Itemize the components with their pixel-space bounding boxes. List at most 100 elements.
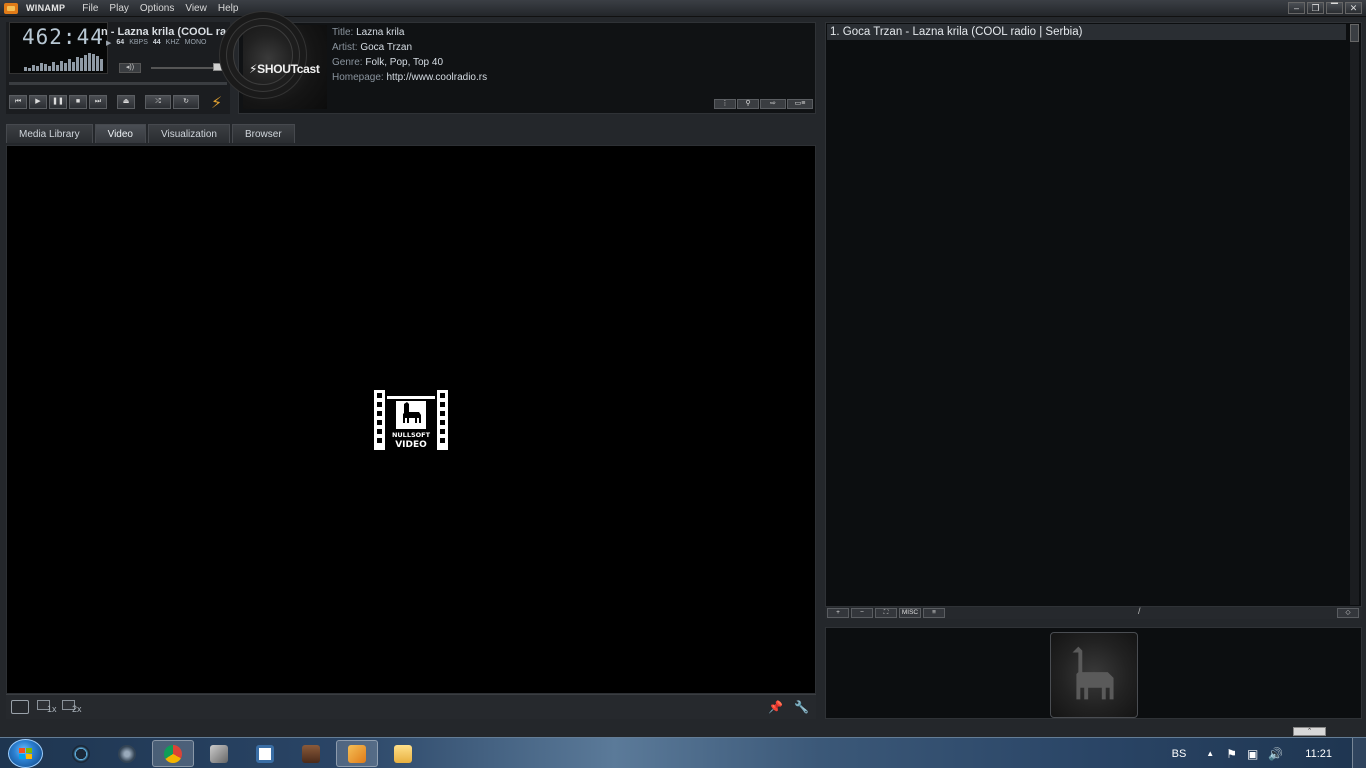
- menu-file[interactable]: File: [82, 3, 98, 14]
- volume-icon[interactable]: 🔊: [1268, 747, 1283, 761]
- song-ticker[interactable]: n - Lazna krila (COOL rad: [101, 26, 229, 38]
- repeat-button[interactable]: ↻: [173, 95, 199, 109]
- spectrum-bar: [100, 59, 103, 71]
- menu-view[interactable]: View: [185, 3, 207, 14]
- mute-button[interactable]: ◂)): [119, 63, 141, 73]
- action-center-icon[interactable]: ⚑: [1226, 747, 1237, 761]
- spectrum-bar: [24, 67, 27, 71]
- play-button[interactable]: ▶: [29, 95, 47, 109]
- info-panel-buttons: ⋮ ⚲ ⇨ ▭≡: [714, 99, 813, 109]
- video-toolbar: 1x 2x 📌 🔧: [6, 694, 816, 719]
- spectrum-bar: [48, 66, 51, 71]
- restore-button[interactable]: ❐: [1307, 2, 1324, 14]
- tab-visualization[interactable]: Visualization: [148, 124, 230, 143]
- playlist-options-button[interactable]: ◇: [1337, 608, 1359, 618]
- artist-label: Artist:: [332, 42, 358, 53]
- tab-media-library[interactable]: Media Library: [6, 124, 93, 143]
- tray-expand-icon[interactable]: ▲: [1206, 749, 1214, 758]
- network-icon[interactable]: ▣: [1247, 747, 1258, 761]
- spectrum-visualizer[interactable]: [24, 51, 103, 71]
- info-layout-button[interactable]: ▭≡: [787, 99, 813, 109]
- taskbar-explorer[interactable]: [382, 740, 424, 767]
- seek-bar[interactable]: [9, 82, 227, 85]
- nsv-logo-bottom-text: VIDEO: [395, 440, 427, 450]
- tab-browser[interactable]: Browser: [231, 124, 295, 143]
- artwork-panel: [825, 627, 1362, 719]
- size-2x-label: 2x: [72, 704, 82, 714]
- dock-toggle-button[interactable]: ⌃: [1293, 727, 1326, 736]
- playlist-item[interactable]: 1. Goca Trzan - Lazna krila (COOL radio …: [827, 24, 1346, 40]
- maximize-button[interactable]: ▔: [1326, 2, 1343, 14]
- elapsed-time[interactable]: 462:44: [22, 25, 104, 49]
- playlist-add-button[interactable]: +: [827, 608, 849, 618]
- track-artist: Goca Trzan: [360, 42, 413, 53]
- menu-play[interactable]: Play: [109, 3, 128, 14]
- previous-button[interactable]: ⏮: [9, 95, 27, 109]
- window-controls: – ❐ ▔ ✕: [1288, 2, 1362, 14]
- fullscreen-button[interactable]: [11, 700, 29, 714]
- homepage-link[interactable]: http://www.coolradio.rs: [386, 72, 487, 83]
- playlist-misc-button[interactable]: MISC: [899, 608, 921, 618]
- tab-video[interactable]: Video: [94, 124, 146, 143]
- stop-button[interactable]: ■: [69, 95, 87, 109]
- llama-artwork[interactable]: [1050, 632, 1138, 718]
- video-area[interactable]: NULLSOFT VIDEO: [6, 145, 816, 694]
- track-genre: Folk, Pop, Top 40: [365, 57, 444, 68]
- size-2x-button[interactable]: 2x: [62, 700, 84, 714]
- spectrum-bar: [56, 65, 59, 71]
- taskbar-tools[interactable]: [198, 740, 240, 767]
- taskbar-winamp[interactable]: [336, 740, 378, 767]
- taskbar-chrome[interactable]: [152, 740, 194, 767]
- playlist-scroll-thumb[interactable]: [1350, 24, 1359, 42]
- title-bar: WINAMP File Play Options View Help – ❐ ▔…: [0, 0, 1366, 17]
- samplerate-unit: KHZ: [165, 39, 180, 46]
- homepage-label: Homepage:: [332, 72, 384, 83]
- show-desktop-button[interactable]: [1352, 738, 1366, 768]
- info-search-button[interactable]: ⚲: [737, 99, 759, 109]
- spectrum-bar: [72, 62, 75, 71]
- taskbar-apps: [60, 740, 424, 767]
- shuffle-button[interactable]: ⤮: [145, 95, 171, 109]
- playlist-scrollbar[interactable]: [1350, 24, 1359, 605]
- info-menu-button[interactable]: ⋮: [714, 99, 736, 109]
- llama-icon: [1072, 646, 1114, 700]
- spectrum-bar: [44, 64, 47, 71]
- playlist-list-button[interactable]: ≡: [923, 608, 945, 618]
- volume-thumb[interactable]: [213, 63, 228, 71]
- spectrum-bar: [88, 53, 91, 71]
- album-art[interactable]: ⚡SHOUTcast: [233, 25, 327, 109]
- spectrum-bar: [60, 61, 63, 71]
- wrench-icon[interactable]: 🔧: [794, 700, 809, 714]
- clock[interactable]: 11:21: [1305, 748, 1332, 760]
- minimize-button[interactable]: –: [1288, 2, 1305, 14]
- playlist-time-display: /: [1138, 606, 1141, 616]
- system-tray: BS ▲ ⚑ ▣ 🔊 11:21: [1172, 738, 1366, 768]
- language-indicator[interactable]: BS: [1172, 748, 1187, 760]
- tab-bar: Media Library Video Visualization Browse…: [6, 124, 295, 143]
- app-title: WINAMP: [26, 3, 66, 13]
- taskbar-window[interactable]: [244, 740, 286, 767]
- meta-artist-row: Artist: Goca Trzan: [332, 40, 487, 55]
- start-button[interactable]: [8, 739, 43, 768]
- lightning-bolt-icon[interactable]: ⚡: [211, 93, 222, 113]
- spectrum-bar: [84, 55, 87, 71]
- playlist-select-button[interactable]: ⛶: [875, 608, 897, 618]
- menu-options[interactable]: Options: [140, 3, 174, 14]
- playlist-remove-button[interactable]: −: [851, 608, 873, 618]
- pin-icon[interactable]: 📌: [768, 700, 783, 714]
- taskbar-media[interactable]: [290, 740, 332, 767]
- genre-label: Genre:: [332, 57, 363, 68]
- size-1x-button[interactable]: 1x: [37, 700, 59, 714]
- next-button[interactable]: ⏭: [89, 95, 107, 109]
- menu-help[interactable]: Help: [218, 3, 239, 14]
- pause-button[interactable]: ❚❚: [49, 95, 67, 109]
- taskbar-steam[interactable]: [60, 740, 102, 767]
- close-button[interactable]: ✕: [1345, 2, 1362, 14]
- eject-button[interactable]: ⏏: [117, 95, 135, 109]
- info-send-button[interactable]: ⇨: [760, 99, 786, 109]
- winamp-logo-icon: [4, 2, 18, 14]
- taskbar-winamp-agent[interactable]: [106, 740, 148, 767]
- spectrum-bar: [32, 65, 35, 71]
- stream-info: ▶ 64 KBPS 44 KHZ MONO: [106, 39, 206, 47]
